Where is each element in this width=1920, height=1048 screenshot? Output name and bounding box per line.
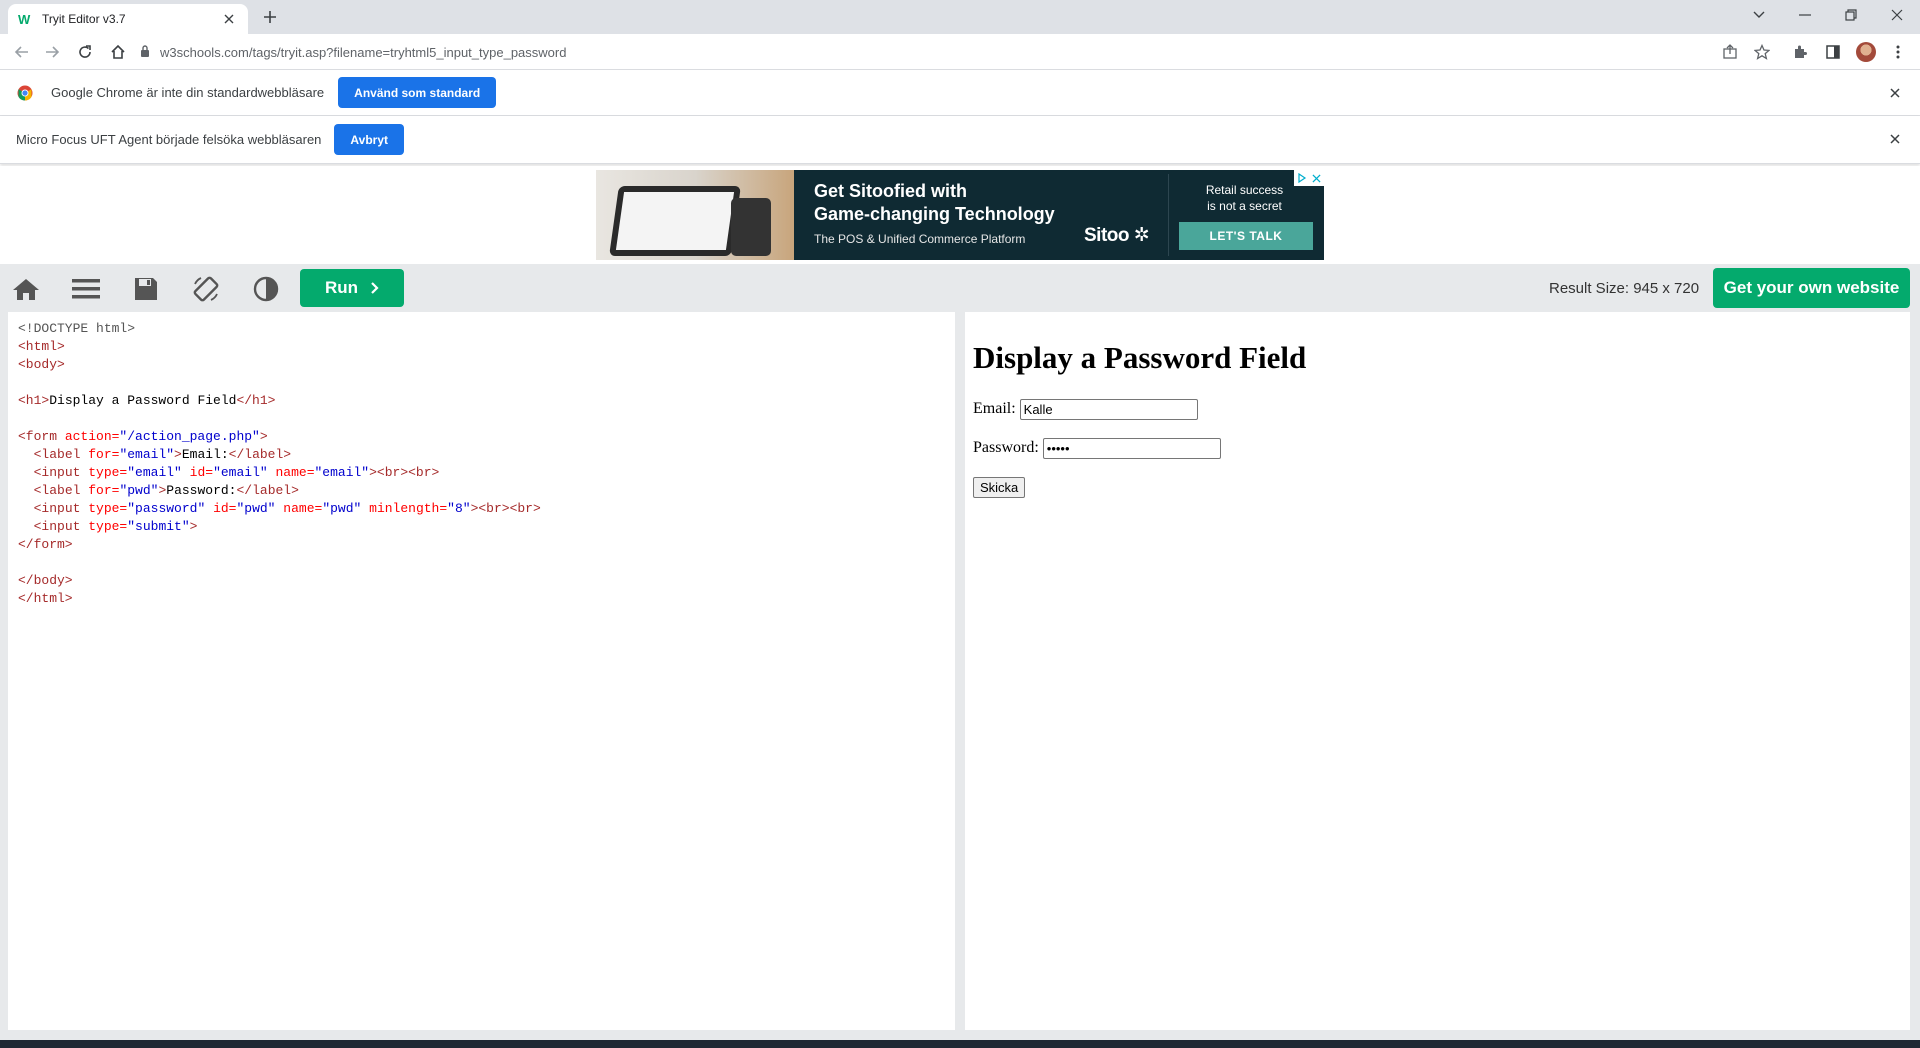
close-infobar-icon[interactable]	[1886, 84, 1904, 102]
lock-icon[interactable]	[140, 44, 150, 60]
close-infobar-icon[interactable]	[1886, 130, 1904, 148]
default-browser-message: Google Chrome är inte din standardwebblä…	[51, 85, 325, 100]
result-heading: Display a Password Field	[973, 340, 1307, 375]
chevron-right-icon	[370, 281, 379, 295]
minimize-icon[interactable]	[1782, 0, 1828, 30]
back-icon[interactable]	[12, 42, 32, 62]
default-browser-infobar: Google Chrome är inte din standardwebblä…	[0, 70, 1920, 116]
tryit-toolbar: Run Result Size: 945 x 720 Get your own …	[0, 264, 1920, 312]
ad-right-line-2: is not a secret	[1207, 199, 1282, 213]
reload-icon[interactable]	[75, 42, 95, 62]
cancel-debug-button[interactable]: Avbryt	[334, 124, 404, 155]
password-label: Password:	[973, 439, 1039, 456]
ad-product-image	[596, 170, 794, 260]
save-icon[interactable]	[131, 274, 161, 304]
browser-tabstrip: W Tryit Editor v3.7	[0, 0, 1920, 34]
share-icon[interactable]	[1720, 42, 1740, 62]
profile-avatar[interactable]	[1856, 42, 1876, 62]
submit-button[interactable]: Skicka	[973, 476, 1026, 498]
result-size-label: Result Size: 945 x 720	[1549, 280, 1700, 297]
address-bar[interactable]: w3schools.com/tags/tryit.asp?filename=tr…	[140, 40, 1780, 64]
home-icon[interactable]	[11, 274, 41, 304]
run-button-label: Run	[324, 278, 359, 297]
ad-choices-icon[interactable]	[1294, 170, 1324, 186]
sitoo-logo: Sitoo ✲	[1084, 225, 1150, 246]
code-editor[interactable]: <!DOCTYPE html> <html> <body> <h1>Display a…	[8, 312, 955, 1030]
restore-icon[interactable]	[1828, 0, 1874, 30]
bookmark-star-icon[interactable]	[1752, 42, 1772, 62]
tab-close-icon[interactable]	[220, 10, 238, 28]
password-field[interactable]	[1042, 437, 1221, 459]
menu-icon[interactable]	[71, 274, 101, 304]
new-tab-icon[interactable]	[260, 7, 280, 27]
set-default-button[interactable]: Använd som standard	[338, 77, 497, 108]
side-panel-icon[interactable]	[1823, 42, 1843, 62]
uft-agent-message: Micro Focus UFT Agent började felsöka we…	[16, 132, 322, 147]
home-icon[interactable]	[108, 42, 128, 62]
close-window-icon[interactable]	[1874, 0, 1920, 30]
ad-right-panel: Retail success is not a secret LET'S TAL…	[1168, 174, 1320, 256]
browser-tab[interactable]: W Tryit Editor v3.7	[8, 4, 248, 34]
extensions-icon[interactable]	[1790, 42, 1810, 62]
svg-text:W: W	[18, 12, 31, 26]
get-own-website-button[interactable]: Get your own website	[1713, 268, 1910, 308]
ad-cta-button[interactable]: LET'S TALK	[1179, 222, 1313, 250]
run-button[interactable]: Run	[300, 269, 404, 307]
ad-area: Get Sitoofied with Game-changing Technol…	[0, 166, 1920, 264]
tab-title: Tryit Editor v3.7	[42, 12, 126, 26]
url-text[interactable]: w3schools.com/tags/tryit.asp?filename=tr…	[160, 45, 566, 60]
phone-image	[731, 198, 771, 256]
menu-kebab-icon[interactable]	[1888, 42, 1908, 62]
email-label: Email:	[973, 400, 1016, 417]
sitoo-ad-banner[interactable]: Get Sitoofied with Game-changing Technol…	[596, 170, 1324, 260]
forward-icon[interactable]	[42, 42, 62, 62]
result-panel: Display a Password Field Email: Password…	[965, 312, 1910, 1030]
browser-toolbar: w3schools.com/tags/tryit.asp?filename=tr…	[0, 34, 1920, 70]
w3schools-favicon-icon: W	[18, 11, 34, 27]
email-field[interactable]	[1019, 398, 1198, 420]
tab-search-icon[interactable]	[1736, 0, 1782, 30]
dark-mode-icon[interactable]	[251, 274, 281, 304]
sitoo-logo-text: Sitoo	[1084, 225, 1130, 246]
chrome-logo-icon	[17, 85, 33, 101]
os-taskbar	[0, 1040, 1920, 1048]
rotate-orientation-icon[interactable]	[191, 274, 221, 304]
tablet-image	[609, 186, 741, 256]
uft-agent-infobar: Micro Focus UFT Agent började felsöka we…	[0, 116, 1920, 164]
